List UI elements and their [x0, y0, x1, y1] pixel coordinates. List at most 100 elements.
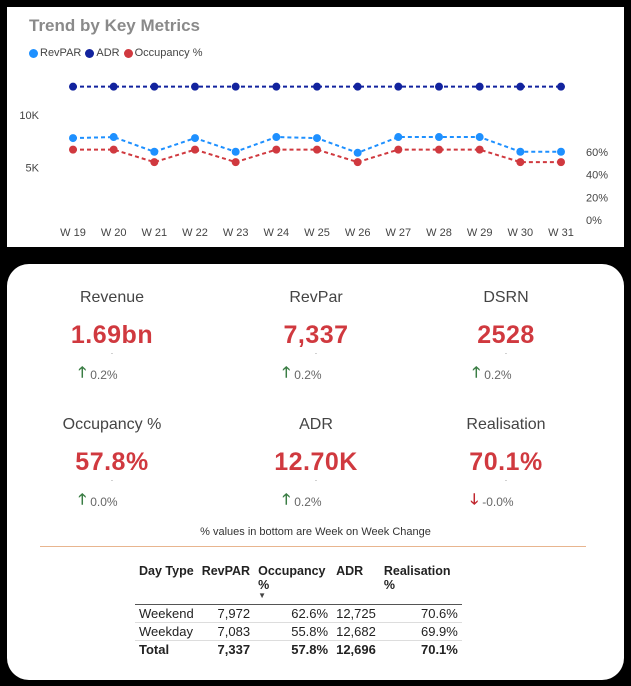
table-cell: 62.6%: [254, 604, 333, 623]
data-point-adr: [394, 82, 403, 91]
legend-label-adr: ADR: [96, 47, 120, 59]
arrow-up-icon: 🡑: [472, 364, 481, 381]
data-point-revpar: [191, 134, 199, 143]
y-left-tick-label: 5K: [26, 163, 40, 175]
data-point-adr: [435, 82, 443, 91]
kpi-realisation[interactable]: Realisation 70.1% . 🡓 -0.0%: [411, 416, 601, 514]
data-point-revpar: [435, 133, 443, 142]
column-header-revpar[interactable]: RevPAR: [198, 560, 254, 605]
x-tick-label: W 27: [385, 227, 411, 239]
day-type-table: Day Type RevPAR Occupancy % ▼ ADR Realis…: [135, 560, 462, 658]
table-cell: Total: [135, 640, 198, 658]
table-cell: 12,682: [332, 622, 380, 641]
kpi-label: Realisation: [466, 416, 546, 433]
data-point-adr: [516, 82, 525, 91]
x-tick-label: W 30: [507, 227, 533, 239]
divider: [40, 546, 586, 547]
x-tick-label: W 24: [263, 227, 289, 239]
x-tick-label: W 22: [182, 227, 208, 239]
table-cell: 12,696: [332, 640, 380, 658]
column-header-occupancy[interactable]: Occupancy % ▼: [254, 560, 332, 605]
table-cell: 7,972: [197, 604, 255, 623]
x-tick-label: W 19: [60, 227, 86, 239]
data-point-occupancy: [516, 158, 525, 167]
data-point-revpar: [109, 133, 118, 142]
arrow-up-icon: 🡑: [282, 491, 291, 508]
table-cell: 7,337: [197, 640, 255, 658]
data-point-occupancy: [231, 158, 240, 167]
column-header-adr[interactable]: ADR: [332, 560, 380, 605]
legend-item-revpar[interactable]: RevPAR: [29, 47, 81, 59]
kpi-revenue[interactable]: Revenue 1.69bn . 🡑 0.2%: [17, 289, 207, 387]
kpi-dot: .: [110, 347, 114, 356]
table-row[interactable]: Weekend 7,972 62.6% 12,725 70.6%: [135, 604, 462, 623]
data-point-adr: [150, 82, 159, 91]
kpi-change: 🡑 0.2%: [383, 362, 601, 387]
data-point-occupancy: [475, 145, 484, 154]
kpi-occupancy[interactable]: Occupancy % 57.8% . 🡑 0.0%: [17, 416, 207, 514]
data-point-revpar: [272, 133, 281, 142]
data-point-revpar: [150, 147, 159, 156]
column-header-day-type[interactable]: Day Type: [135, 560, 198, 605]
kpi-change-value: 0.2%: [294, 494, 322, 509]
data-point-adr: [313, 82, 321, 91]
data-point-adr: [109, 82, 118, 91]
x-tick-label: W 23: [223, 227, 249, 239]
y-left-tick-label: 10K: [19, 110, 39, 122]
arrow-up-icon: 🡑: [78, 491, 87, 508]
legend-item-occupancy[interactable]: Occupancy %: [123, 47, 202, 59]
data-point-occupancy: [313, 145, 321, 154]
table-row[interactable]: Weekday 7,083 55.8% 12,682 69.9%: [135, 622, 462, 641]
column-header-realisation[interactable]: Realisation %: [380, 560, 462, 605]
kpi-change-value: 0.0%: [90, 494, 118, 509]
y-right-tick-label: 40%: [586, 170, 608, 182]
legend-marker-revpar: [29, 48, 38, 58]
data-point-adr: [69, 82, 77, 91]
kpi-change-value: 0.2%: [294, 367, 322, 382]
arrow-up-icon: 🡑: [78, 364, 87, 381]
kpi-value: 12.70K: [274, 448, 358, 476]
y-right-tick-label: 0%: [586, 215, 602, 227]
kpi-value: 2528: [477, 321, 535, 349]
kpi-panel: Revenue 1.69bn . 🡑 0.2% RevPar 7,337 . 🡑…: [7, 264, 624, 680]
data-point-revpar: [353, 148, 362, 157]
kpi-change: 🡑 0.2%: [193, 489, 411, 514]
table-total-row: Total 7,337 57.8% 12,696 70.1%: [135, 640, 462, 658]
x-tick-label: W 31: [548, 227, 574, 239]
kpi-label: DSRN: [483, 289, 529, 306]
x-tick-label: W 26: [345, 227, 371, 239]
kpi-dot: .: [110, 474, 114, 483]
kpi-dsrn[interactable]: DSRN 2528 . 🡑 0.2%: [411, 289, 601, 387]
kpi-dot: .: [314, 347, 318, 356]
data-point-occupancy: [69, 145, 77, 154]
table-cell: 55.8%: [254, 622, 333, 641]
kpi-value: 57.8%: [75, 448, 149, 476]
kpi-value: 70.1%: [469, 448, 543, 476]
data-point-adr: [272, 82, 281, 91]
data-point-revpar: [394, 133, 403, 142]
sort-descending-icon: ▼: [258, 591, 267, 600]
x-tick-label: W 20: [101, 227, 127, 239]
legend-item-adr[interactable]: ADR: [85, 47, 120, 59]
data-point-revpar: [516, 147, 525, 156]
table-cell: 7,083: [197, 622, 255, 641]
kpi-dot: .: [504, 474, 508, 483]
trend-chart: W 19 W 20 W 21 W 22 W 23 W 24 W 25 W 26 W 27 W 28…: [19, 82, 608, 239]
data-point-occupancy: [394, 145, 403, 154]
data-point-adr: [475, 82, 484, 91]
kpi-change-value: 0.2%: [90, 367, 118, 382]
data-point-occupancy: [435, 145, 443, 154]
kpi-change-value: -0.0%: [482, 494, 514, 509]
x-tick-label: W 21: [141, 227, 167, 239]
x-tick-label: W 28: [426, 227, 452, 239]
column-header-occupancy-label: Occupancy %: [258, 564, 326, 592]
kpi-label: ADR: [299, 416, 333, 433]
arrow-up-icon: 🡑: [282, 364, 291, 381]
legend-marker-occupancy: [123, 48, 133, 58]
legend-marker-adr: [85, 48, 95, 58]
kpi-change: 🡑 0.0%: [0, 489, 207, 514]
table-cell: Weekend: [135, 604, 198, 623]
data-point-adr: [191, 82, 199, 91]
table-cell: 70.6%: [379, 604, 462, 623]
table-cell: 57.8%: [254, 640, 333, 658]
